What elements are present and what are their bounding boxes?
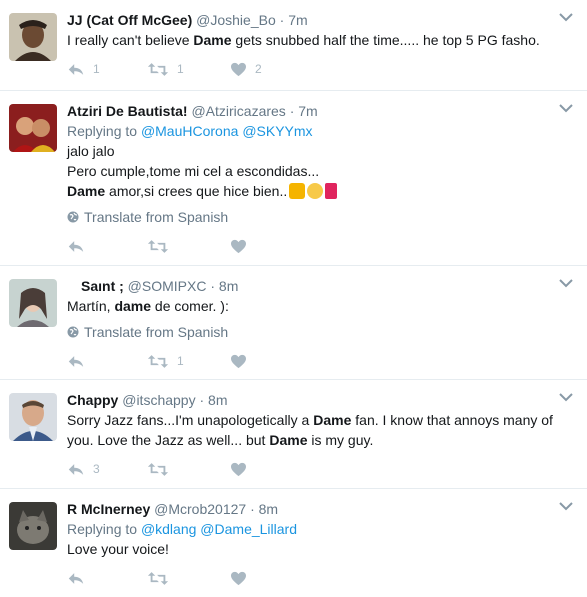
retweet-icon (147, 239, 169, 254)
chevron-down-icon[interactable] (559, 392, 573, 402)
reply-button[interactable] (67, 239, 147, 254)
retweet-icon (147, 354, 169, 369)
tweet-header: JJ (Cat Off McGee) @Joshie_Bo · 7m (67, 12, 308, 28)
reply-icon (67, 62, 85, 77)
mention-link[interactable]: @Dame_Lillard (200, 521, 297, 537)
reply-icon (67, 354, 85, 369)
display-name[interactable]: Saınt ; (81, 278, 124, 294)
globe-icon (67, 326, 79, 338)
tweet-text: jalo jalo Pero cumple,tome mi cel a esco… (67, 141, 571, 201)
translate-link[interactable]: Translate from Spanish (67, 207, 571, 227)
tweet[interactable]: Saınt ; @SOMIPXC · 8m Martín, dame de co… (0, 266, 587, 380)
retweet-icon (147, 62, 169, 77)
retweet-button[interactable]: 1 (147, 354, 230, 369)
tears-of-joy-emoji (307, 183, 324, 199)
user-handle[interactable]: @Atziricazares (191, 103, 285, 119)
retweet-count: 1 (177, 354, 184, 368)
tweet-header: Chappy @itschappy · 8m (67, 392, 228, 408)
avatar[interactable] (9, 104, 57, 152)
mention-link[interactable]: @MauHCorona (141, 123, 238, 139)
like-icon (230, 62, 247, 77)
retweet-button[interactable] (147, 239, 230, 254)
avatar[interactable] (9, 279, 57, 327)
tweet-actions (67, 559, 571, 597)
retweet-button[interactable]: 1 (147, 62, 230, 77)
timestamp[interactable]: 8m (219, 278, 238, 294)
like-button[interactable] (230, 462, 300, 477)
timestamp[interactable]: 8m (208, 392, 227, 408)
dancer-emoji (325, 183, 338, 199)
avatar[interactable] (9, 13, 57, 61)
like-button[interactable] (230, 354, 300, 369)
reply-button[interactable]: 1 (67, 62, 147, 77)
avatar[interactable] (9, 393, 57, 441)
tweet[interactable]: Chappy @itschappy · 8m Sorry Jazz fans..… (0, 380, 587, 489)
translate-link[interactable]: Translate from Spanish (67, 322, 571, 342)
display-name[interactable]: JJ (Cat Off McGee) (67, 12, 192, 28)
chevron-down-icon[interactable] (559, 278, 573, 288)
reply-button[interactable] (67, 571, 147, 586)
timestamp[interactable]: 7m (288, 12, 307, 28)
mention-link[interactable]: @SKYYmx (242, 123, 312, 139)
tweet-text: Sorry Jazz fans...I'm unapologetically a… (67, 412, 553, 448)
like-icon (230, 571, 247, 586)
like-icon (230, 239, 247, 254)
timestamp[interactable]: 8m (259, 501, 278, 517)
retweet-icon (147, 462, 169, 477)
chevron-down-icon[interactable] (559, 501, 573, 511)
display-name[interactable]: Atziri De Bautista! (67, 103, 188, 119)
user-handle[interactable]: @Mcrob20127 (154, 501, 246, 517)
like-button[interactable]: 2 (230, 62, 300, 77)
timestamp[interactable]: 7m (298, 103, 317, 119)
reply-count: 3 (93, 462, 100, 476)
tweet-actions: 1 (67, 342, 571, 380)
timeline: JJ (Cat Off McGee) @Joshie_Bo · 7m I rea… (0, 0, 587, 589)
tweet-header: Atziri De Bautista! @Atziricazares · 7m (67, 103, 318, 119)
user-handle[interactable]: @SOMIPXC (128, 278, 207, 294)
like-icon (230, 462, 247, 477)
retweet-button[interactable] (147, 462, 230, 477)
tweet[interactable]: R McInerney @Mcrob20127 · 8m Replying to… (0, 489, 587, 589)
tweet[interactable]: Atziri De Bautista! @Atziricazares · 7m … (0, 91, 587, 266)
mention-link[interactable]: @kdlang (141, 521, 196, 537)
replying-to: Replying to @MauHCorona @SKYYmx (67, 123, 313, 139)
user-handle[interactable]: @Joshie_Bo (196, 12, 276, 28)
reply-button[interactable] (67, 354, 147, 369)
tweet-text: Love your voice! (67, 541, 169, 557)
tweet-header: Saınt ; @SOMIPXC · 8m (81, 278, 239, 294)
replying-to: Replying to @kdlang @Dame_Lillard (67, 521, 297, 537)
tweet[interactable]: JJ (Cat Off McGee) @Joshie_Bo · 7m I rea… (0, 0, 587, 91)
like-button[interactable] (230, 239, 300, 254)
like-icon (230, 354, 247, 369)
retweet-icon (147, 571, 169, 586)
retweet-count: 1 (177, 62, 184, 76)
display-name[interactable]: Chappy (67, 392, 118, 408)
tweet-actions: 1 1 2 (67, 50, 571, 88)
reply-icon (67, 239, 85, 254)
reply-icon (67, 571, 85, 586)
tweet-header: R McInerney @Mcrob20127 · 8m (67, 501, 279, 517)
like-count: 2 (255, 62, 262, 76)
tweet-actions (67, 227, 571, 265)
user-handle[interactable]: @itschappy (122, 392, 195, 408)
tweet-text: Martín, dame de comer. ): (67, 298, 229, 314)
tweet-actions: 3 (67, 450, 571, 488)
chevron-down-icon[interactable] (559, 12, 573, 22)
reply-icon (67, 462, 85, 477)
like-button[interactable] (230, 571, 300, 586)
avatar[interactable] (9, 502, 57, 550)
tweet-text: I really can't believe Dame gets snubbed… (67, 32, 540, 48)
reply-count: 1 (93, 62, 100, 76)
reply-button[interactable]: 3 (67, 462, 147, 477)
globe-icon (67, 211, 79, 223)
retweet-button[interactable] (147, 571, 230, 586)
flexed-biceps-emoji (289, 183, 306, 199)
display-name[interactable]: R McInerney (67, 501, 150, 517)
chevron-down-icon[interactable] (559, 103, 573, 113)
